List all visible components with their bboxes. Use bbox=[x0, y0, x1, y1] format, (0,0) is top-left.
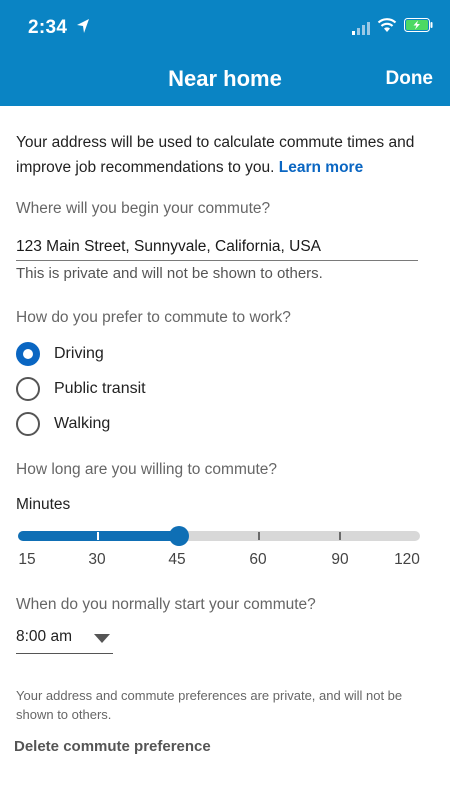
radio-option-public-transit[interactable]: Public transit bbox=[16, 376, 146, 402]
tick-label-120: 120 bbox=[394, 551, 420, 568]
slider-thumb[interactable] bbox=[169, 526, 189, 546]
learn-more-link[interactable]: Learn more bbox=[279, 159, 363, 176]
minutes-label: Minutes bbox=[16, 496, 71, 513]
cellular-signal-icon bbox=[352, 22, 370, 35]
caret-down-icon bbox=[94, 634, 110, 643]
slider-tick bbox=[97, 532, 99, 540]
done-button[interactable]: Done bbox=[386, 68, 434, 90]
commute-mode-label: How do you prefer to commute to work? bbox=[16, 309, 291, 326]
privacy-footer-note: Your address and commute preferences are… bbox=[16, 688, 403, 722]
commute-duration-label: How long are you willing to commute? bbox=[16, 461, 278, 478]
address-label: Where will you begin your commute? bbox=[16, 200, 271, 217]
radio-label-public-transit: Public transit bbox=[54, 380, 146, 397]
battery-charging-icon bbox=[404, 18, 433, 32]
slider-tick bbox=[339, 532, 341, 540]
wifi-icon bbox=[377, 18, 397, 32]
radio-label-driving: Driving bbox=[54, 345, 104, 362]
tick-label-45: 45 bbox=[168, 551, 186, 568]
start-time-value: 8:00 am bbox=[16, 628, 73, 645]
tick-label-30: 30 bbox=[88, 551, 106, 568]
address-privacy-note: This is private and will not be shown to… bbox=[16, 265, 323, 282]
radio-option-driving[interactable]: Driving bbox=[16, 341, 104, 367]
top-bar: 2:34 Near home Done bbox=[0, 0, 450, 106]
status-time: 2:34 bbox=[28, 17, 68, 38]
slider-tick bbox=[258, 532, 260, 540]
start-time-label: When do you normally start your commute? bbox=[16, 596, 316, 613]
page-title: Near home bbox=[168, 66, 282, 91]
radio-option-walking[interactable]: Walking bbox=[16, 411, 110, 437]
radio-unselected-icon[interactable] bbox=[16, 412, 40, 436]
duration-slider[interactable] bbox=[18, 531, 420, 541]
start-time-dropdown[interactable]: 8:00 am bbox=[16, 626, 113, 654]
address-input[interactable] bbox=[16, 233, 418, 261]
tick-label-60: 60 bbox=[249, 551, 267, 568]
radio-unselected-icon[interactable] bbox=[16, 377, 40, 401]
radio-label-walking: Walking bbox=[54, 415, 111, 432]
location-arrow-icon bbox=[77, 19, 89, 33]
delete-commute-button[interactable]: Delete commute preference bbox=[14, 738, 211, 755]
radio-selected-icon[interactable] bbox=[16, 342, 40, 366]
intro-text: Your address will be used to calculate c… bbox=[16, 130, 436, 180]
tick-label-90: 90 bbox=[331, 551, 349, 568]
tick-label-15: 15 bbox=[18, 551, 36, 568]
